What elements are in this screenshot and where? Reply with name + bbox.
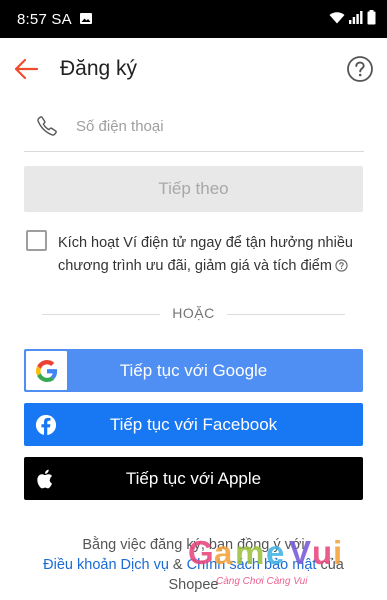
svg-text:G: G	[188, 534, 214, 571]
wallet-optin-label: Kích hoạt Ví điện tử ngay để tận hưởng n…	[58, 235, 353, 274]
svg-text:e: e	[266, 534, 284, 571]
phone-field	[24, 104, 364, 152]
next-button[interactable]: Tiếp theo	[24, 166, 363, 212]
arrow-left-icon[interactable]	[12, 55, 40, 83]
continue-with-apple-button[interactable]: Tiếp tục với Apple	[24, 457, 363, 500]
svg-text:m: m	[235, 534, 264, 571]
svg-text:i: i	[333, 534, 342, 571]
wallet-checkbox[interactable]	[26, 230, 47, 251]
continue-with-facebook-button[interactable]: Tiếp tục với Facebook	[24, 403, 363, 446]
svg-text:a: a	[214, 534, 233, 571]
terms-conjunction: &	[168, 557, 187, 573]
divider-line-right	[227, 314, 345, 315]
terms-of-service-link[interactable]: Điều khoản Dịch vụ	[43, 557, 169, 573]
svg-text:V: V	[289, 534, 311, 571]
or-label: HOẶC	[172, 305, 215, 321]
status-icons	[329, 10, 376, 25]
or-divider: HOẶC	[24, 304, 363, 324]
wifi-icon	[329, 12, 345, 24]
gamevui-watermark-logo: G a m e V u i Càng Chơi Càng Vui	[188, 534, 342, 587]
question-circle-icon[interactable]	[346, 55, 374, 83]
continue-with-google-button[interactable]: Tiếp tục với Google	[24, 349, 363, 392]
svg-text:u: u	[312, 534, 332, 571]
signal-icon	[349, 11, 363, 24]
google-button-label: Tiếp tục với Google	[119, 361, 268, 380]
phone-icon	[37, 116, 57, 136]
svg-text:Càng Chơi Càng Vui: Càng Chơi Càng Vui	[216, 576, 308, 587]
battery-icon	[367, 10, 376, 25]
status-bar: 8:57 SA	[0, 0, 387, 38]
facebook-button-label: Tiếp tục với Facebook	[109, 415, 278, 434]
phone-number-input[interactable]	[76, 112, 356, 140]
app-bar: Đăng ký	[0, 38, 387, 102]
wallet-optin-text: Kích hoạt Ví điện tử ngay để tận hưởng n…	[58, 232, 370, 278]
page-title: Đăng ký	[60, 57, 138, 80]
status-time: 8:57 SA	[17, 11, 72, 28]
apple-button-label: Tiếp tục với Apple	[125, 469, 262, 488]
image-icon	[80, 13, 92, 24]
question-circle-icon[interactable]	[335, 259, 348, 272]
